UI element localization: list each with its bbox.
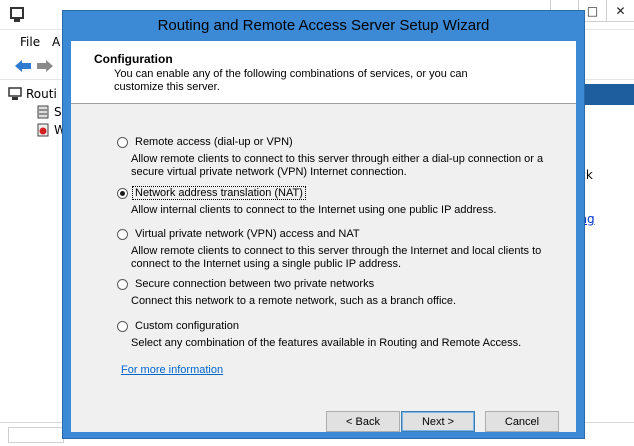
cancel-button[interactable]: Cancel (485, 411, 559, 432)
server-computer-icon (8, 87, 22, 101)
radio-remote-access[interactable] (117, 137, 128, 148)
status-bar-cell (8, 427, 64, 443)
option-label[interactable]: Remote access (dial-up or VPN) (133, 136, 295, 148)
wizard-button-row: < Back Next > Cancel (71, 411, 576, 441)
back-button[interactable]: < Back (326, 411, 400, 432)
server-icon (36, 105, 50, 119)
option-label[interactable]: Secure connection between two private ne… (133, 278, 376, 290)
radio-secure-connection[interactable] (117, 279, 128, 290)
option-description: Connect this network to a remote network… (131, 295, 457, 307)
tree-item-routing[interactable]: Routi (8, 86, 57, 102)
computer-icon (10, 7, 24, 22)
option-label[interactable]: Virtual private network (VPN) access and… (133, 228, 362, 240)
wizard-body: Configuration You can enable any of the … (71, 41, 576, 432)
wizard-title: Routing and Remote Access Server Setup W… (157, 17, 490, 34)
page-title: Configuration (94, 52, 173, 66)
page-subtitle: You can enable any of the following comb… (114, 68, 468, 93)
tree-item-label: Routi (26, 87, 57, 101)
option-description: Allow remote clients to connect to this … (131, 245, 542, 270)
option-description: Allow internal clients to connect to the… (131, 204, 497, 216)
next-button[interactable]: Next > (401, 411, 475, 432)
menu-action[interactable]: A (52, 35, 60, 49)
wizard-title-bar[interactable]: Routing and Remote Access Server Setup W… (63, 11, 584, 41)
back-arrow-icon[interactable] (14, 58, 32, 74)
radio-vpn-and-nat[interactable] (117, 229, 128, 240)
setup-wizard-dialog: Routing and Remote Access Server Setup W… (62, 10, 585, 439)
console-tree: Routi Se W (8, 82, 69, 417)
close-button[interactable]: ✕ (606, 0, 634, 22)
wizard-header: Configuration You can enable any of the … (71, 41, 576, 104)
radio-custom-configuration[interactable] (117, 321, 128, 332)
option-description: Allow remote clients to connect to this … (131, 153, 544, 178)
option-label[interactable]: Network address translation (NAT) (132, 186, 306, 200)
option-label[interactable]: Custom configuration (133, 320, 241, 332)
server-stopped-icon (36, 123, 50, 137)
option-description: Select any combination of the features a… (131, 337, 522, 349)
forward-arrow-icon[interactable] (36, 58, 54, 74)
more-information-link[interactable]: For more information (121, 364, 223, 376)
menu-file[interactable]: File (20, 35, 40, 49)
radio-nat[interactable] (117, 188, 128, 199)
